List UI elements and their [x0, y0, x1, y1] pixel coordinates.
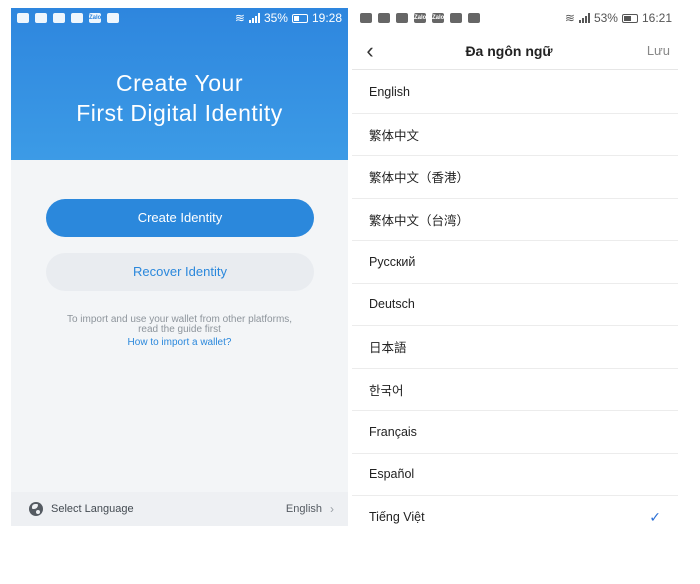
status-bar: Zalo ≋ 35% 19:28 — [11, 8, 348, 28]
select-language-label: Select Language — [51, 503, 134, 515]
signal-icon — [578, 13, 590, 23]
language-option[interactable]: Deutsch — [352, 284, 678, 326]
status-indicators: ≋ 53% 16:21 — [565, 11, 672, 25]
contact-notification-icon-2 — [107, 13, 119, 23]
notification-icons: Zalo Zalo — [360, 13, 480, 23]
back-arrow-icon[interactable]: ‹ — [352, 32, 388, 70]
zalo-notification-icon: Zalo — [89, 13, 102, 23]
signal-icon — [248, 13, 260, 23]
language-option[interactable]: 한국어 — [352, 369, 678, 411]
page-title: Đa ngôn ngữ — [465, 42, 553, 59]
notification-icons: Zalo — [17, 13, 119, 23]
wifi-icon: ≋ — [234, 11, 245, 25]
language-option-label: 한국어 — [369, 383, 404, 398]
clock: 19:28 — [311, 11, 342, 25]
language-option-label: 繁体中文（香港） — [369, 171, 470, 186]
create-identity-button[interactable]: Create Identity — [46, 199, 314, 237]
hero-title-line2: First Digital Identity — [76, 100, 283, 126]
language-settings-screen: Zalo Zalo ≋ 53% 16:21 ‹ Đa ngôn ngữ Lưu … — [352, 8, 678, 534]
language-option-label: Español — [369, 467, 415, 482]
status-bar: Zalo Zalo ≋ 53% 16:21 — [352, 8, 678, 28]
chevron-right-icon: › — [330, 502, 334, 516]
language-option[interactable]: Tiếng Việt ✓ — [352, 496, 678, 534]
save-button[interactable]: Lưu — [630, 43, 678, 58]
battery-icon — [291, 13, 308, 23]
select-language-row[interactable]: Select Language English › — [11, 492, 348, 526]
language-option[interactable]: 繁体中文 — [352, 114, 678, 156]
language-option-label: 繁体中文（台湾） — [369, 213, 470, 228]
facebook-notification-icon — [396, 13, 408, 23]
download-notification-icon — [71, 13, 83, 23]
contact-notification-icon — [53, 13, 65, 23]
language-option-label: Deutsch — [369, 297, 415, 312]
chat-notification-icon — [17, 13, 29, 23]
create-identity-screen: Zalo ≋ 35% 19:28 Create Your First Digit… — [11, 8, 348, 526]
import-note-line2: read the guide first — [138, 324, 221, 335]
language-list: English 繁体中文繁体中文（香港） 繁体中文（台湾） Русский Deutsc… — [352, 71, 678, 534]
messenger-notification-icon — [468, 13, 480, 23]
clock: 16:21 — [641, 11, 672, 25]
recover-identity-button[interactable]: Recover Identity — [46, 253, 314, 291]
zalo-notification-icon: Zalo — [414, 13, 427, 23]
globe-icon — [29, 502, 43, 516]
battery-percent: 35% — [263, 11, 288, 25]
language-option[interactable]: Español — [352, 454, 678, 496]
language-option[interactable]: Русский — [352, 241, 678, 284]
language-option[interactable]: 繁体中文（香港） — [352, 156, 678, 199]
language-option-label: 繁体中文 — [369, 128, 420, 143]
hero-title-line1: Create Your — [116, 70, 243, 96]
language-option[interactable]: English — [352, 71, 678, 114]
language-option-label: 日本語 — [369, 341, 407, 356]
zalo-notification-icon-2: Zalo — [432, 13, 445, 23]
news-notification-icon — [378, 13, 390, 23]
download-notification-icon — [360, 13, 372, 23]
checkmark-icon: ✓ — [649, 508, 661, 525]
language-option-label: English — [369, 84, 410, 99]
status-indicators: ≋ 35% 19:28 — [235, 11, 342, 25]
hero-banner: Zalo ≋ 35% 19:28 Create Your First Digit… — [11, 8, 348, 160]
language-option[interactable]: 日本語 — [352, 326, 678, 369]
battery-icon — [621, 13, 638, 23]
wifi-icon: ≋ — [564, 11, 575, 25]
current-language-value: English — [285, 503, 322, 515]
top-nav-bar: ‹ Đa ngôn ngữ Lưu — [352, 32, 678, 70]
language-option-label: Tiếng Việt — [369, 510, 425, 525]
language-option-label: Русский — [369, 254, 416, 269]
battery-percent: 53% — [593, 11, 618, 25]
image-notification-icon — [450, 13, 462, 23]
language-option-label: Français — [369, 424, 417, 439]
import-guide-link[interactable]: How to import a wallet? — [11, 337, 348, 348]
message-notification-icon — [35, 13, 47, 23]
language-option[interactable]: 繁体中文（台湾） — [352, 199, 678, 241]
language-option[interactable]: Français — [352, 411, 678, 454]
